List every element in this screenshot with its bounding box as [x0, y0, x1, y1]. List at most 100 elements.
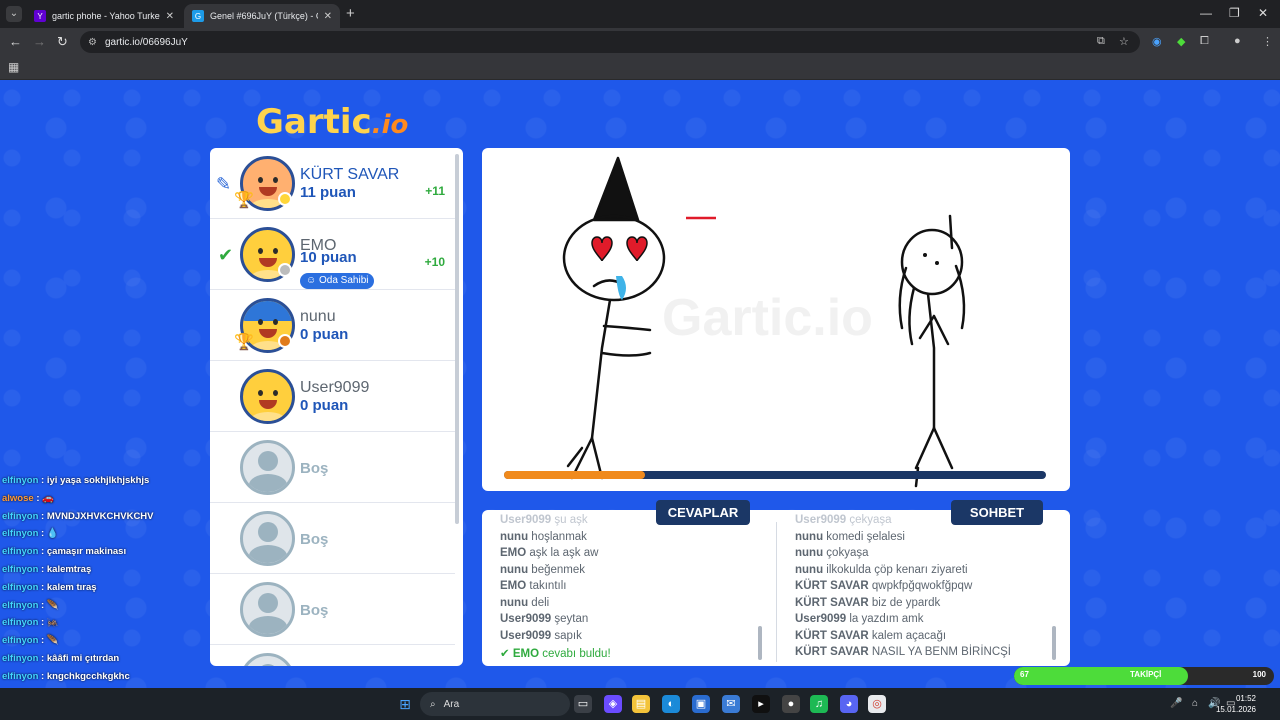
browser-tab-bar: ⌄ Y gartic phohe - Yahoo Turkey Ar ✕ G G… — [0, 0, 1280, 28]
message-row: User9099 şeytan — [500, 613, 611, 630]
chat-scrollbar[interactable] — [1052, 626, 1056, 660]
windows-taskbar: ⊞ ⌕ Ara ▭ ◈ ▤ ◐ ▣ ✉ ▸ ● ♫ ◕ ◎ 🎤 ⌂ 🔊 ▭ 01… — [0, 688, 1280, 720]
message-row: nunu ilkokulda çöp kenarı ziyareti — [795, 564, 1011, 581]
windows-start-icon[interactable]: ⊞ — [396, 695, 414, 713]
message-text: çokyaşa — [823, 547, 869, 559]
message-author: nunu — [795, 547, 824, 559]
empty-slot-label: Boş — [300, 460, 329, 477]
player-name: nunu — [300, 308, 336, 325]
gartic-logo[interactable]: Gartic.io — [256, 102, 408, 142]
maximize-icon[interactable]: ❐ — [1229, 6, 1240, 20]
goal-target: 100 — [1252, 670, 1266, 679]
spotify-icon[interactable]: ♫ — [810, 695, 828, 713]
empty-avatar-icon — [240, 653, 295, 666]
message-text: beğenmek — [528, 563, 586, 576]
player-gain: +10 — [424, 255, 445, 269]
edge-icon[interactable]: ◐ — [662, 695, 680, 713]
overlay-chat-line: elfinyon : MVNDJXHVKCHVKCHV — [2, 510, 154, 522]
message-row: User9099 sapık — [500, 630, 611, 647]
back-icon[interactable]: ← — [9, 34, 22, 49]
search-icon: ⌕ — [430, 698, 436, 710]
message-author: User9099 — [500, 629, 552, 642]
drawing-canvas[interactable]: Gartic.io — [482, 148, 1070, 491]
address-bar[interactable]: ⚙ gartic.io/06696JuY — [80, 31, 1140, 53]
copilot-icon[interactable]: ◈ — [604, 695, 622, 713]
overlay-message: 🚗 — [42, 492, 54, 504]
empty-avatar-icon — [240, 440, 295, 495]
empty-slot: Boş — [210, 432, 455, 503]
player-score: 10 puan — [300, 249, 357, 266]
browser-toolbar: ← → ↻ ⚙ gartic.io/06696JuY ⧉ ☆ ◉ ◆ ⧠ ● ⋮ — [0, 28, 1280, 56]
player-row[interactable]: ✎ 🏆 KÜRT SAVAR 11 puan +11 — [210, 148, 455, 219]
forward-icon[interactable]: → — [33, 34, 46, 49]
message-author: User9099 — [795, 613, 847, 625]
overlay-message: 🪶 — [46, 599, 59, 611]
close-tab-icon[interactable]: ✕ — [324, 11, 332, 22]
system-clock[interactable]: 01:52 15.01.2026 — [1216, 693, 1256, 715]
overlay-username: elfinyon — [2, 528, 39, 540]
message-text: çekyaşa — [846, 514, 892, 526]
bookmark-star-icon[interactable]: ☆ — [1119, 35, 1129, 48]
empty-slot-label: Boş — [300, 602, 329, 619]
install-app-icon[interactable]: ⧉ — [1097, 35, 1105, 48]
close-window-icon[interactable]: ✕ — [1258, 6, 1268, 20]
answers-scrollbar[interactable] — [758, 626, 762, 660]
empty-avatar-icon — [240, 582, 295, 637]
message-text: sapık — [551, 629, 582, 642]
overlay-username: elfinyon — [2, 617, 39, 629]
tab-answers[interactable]: CEVAPLAR — [656, 500, 750, 525]
player-row[interactable]: User9099 0 puan — [210, 361, 455, 432]
status-dot-icon — [278, 334, 292, 348]
check-icon: ✔ — [500, 648, 513, 660]
discord-icon[interactable]: ◕ — [840, 695, 858, 713]
overlay-username: elfinyon — [2, 670, 39, 682]
menu-kebab-icon[interactable]: ⋮ — [1262, 35, 1273, 48]
minimize-icon[interactable]: — — [1200, 6, 1212, 20]
player-row[interactable]: ✔ EMO 10 puan +10 ☺ Oda Sahibi — [210, 219, 455, 290]
overlay-message: kngchkgcchkgkhc — [46, 670, 130, 682]
tab-yahoo[interactable]: Y gartic phohe - Yahoo Turkey Ar ✕ — [26, 4, 182, 28]
empty-slot: Boş — [210, 574, 455, 645]
new-tab-icon[interactable]: + — [346, 6, 355, 22]
close-tab-icon[interactable]: ✕ — [166, 11, 174, 22]
apps-grid-icon[interactable]: ▦ — [8, 60, 19, 74]
site-info-icon[interactable]: ⚙ — [88, 37, 97, 48]
network-icon[interactable]: ⌂ — [1192, 698, 1198, 709]
steam-icon[interactable]: ● — [782, 695, 800, 713]
message-row: User9099 şu aşk — [500, 514, 611, 531]
empty-avatar-icon — [240, 511, 295, 566]
check-icon: ✔ — [218, 245, 234, 265]
overlay-username: elfinyon — [2, 635, 39, 647]
extensions-puzzle-icon[interactable]: ⧠ — [1200, 35, 1209, 48]
overlay-chat-line: elfinyon : 🪶 — [2, 635, 59, 647]
overlay-chat-line: elfinyon : 🦗 — [2, 617, 59, 629]
player-score: 0 puan — [300, 326, 349, 343]
taskbar-search[interactable]: ⌕ Ara — [420, 692, 570, 716]
answers-list: User9099 şu aşk nunu hoşlanmak EMO aşk la … — [500, 514, 611, 663]
tab-chat[interactable]: SOHBET — [951, 500, 1043, 525]
overlay-username: elfinyon — [2, 510, 39, 522]
profile-avatar-icon[interactable]: ● — [1234, 35, 1241, 47]
player-name: User9099 — [300, 379, 370, 396]
extension-icon[interactable]: ◉ — [1152, 35, 1162, 48]
store-icon[interactable]: ▣ — [692, 695, 710, 713]
task-view-icon[interactable]: ▭ — [574, 695, 592, 713]
reload-icon[interactable]: ↻ — [57, 34, 68, 50]
outlook-icon[interactable]: ✉ — [722, 695, 740, 713]
goal-label: TAKİPÇİ — [1130, 670, 1162, 679]
tab-title: Genel #696JuY (Türkçe) - G — [210, 11, 318, 21]
players-scrollbar[interactable] — [455, 154, 459, 524]
url-text[interactable]: gartic.io/06696JuY — [105, 37, 188, 48]
terminal-icon[interactable]: ▸ — [752, 695, 770, 713]
chrome-icon[interactable]: ◎ — [868, 695, 886, 713]
tab-gartic[interactable]: G Genel #696JuY (Türkçe) - G ✕ — [184, 4, 340, 28]
player-row[interactable]: 🏆 nunu 0 puan — [210, 290, 455, 361]
file-explorer-icon[interactable]: ▤ — [632, 695, 650, 713]
mic-icon[interactable]: 🎤 — [1170, 698, 1182, 709]
tab-search-icon[interactable]: ⌄ — [6, 6, 22, 22]
message-text: qwpkfpğqwokfğpqw — [868, 580, 973, 592]
message-author: nunu — [795, 530, 824, 543]
message-author: User9099 — [500, 613, 552, 625]
extension-icon[interactable]: ◆ — [1177, 35, 1185, 48]
message-text: deli — [528, 596, 550, 609]
